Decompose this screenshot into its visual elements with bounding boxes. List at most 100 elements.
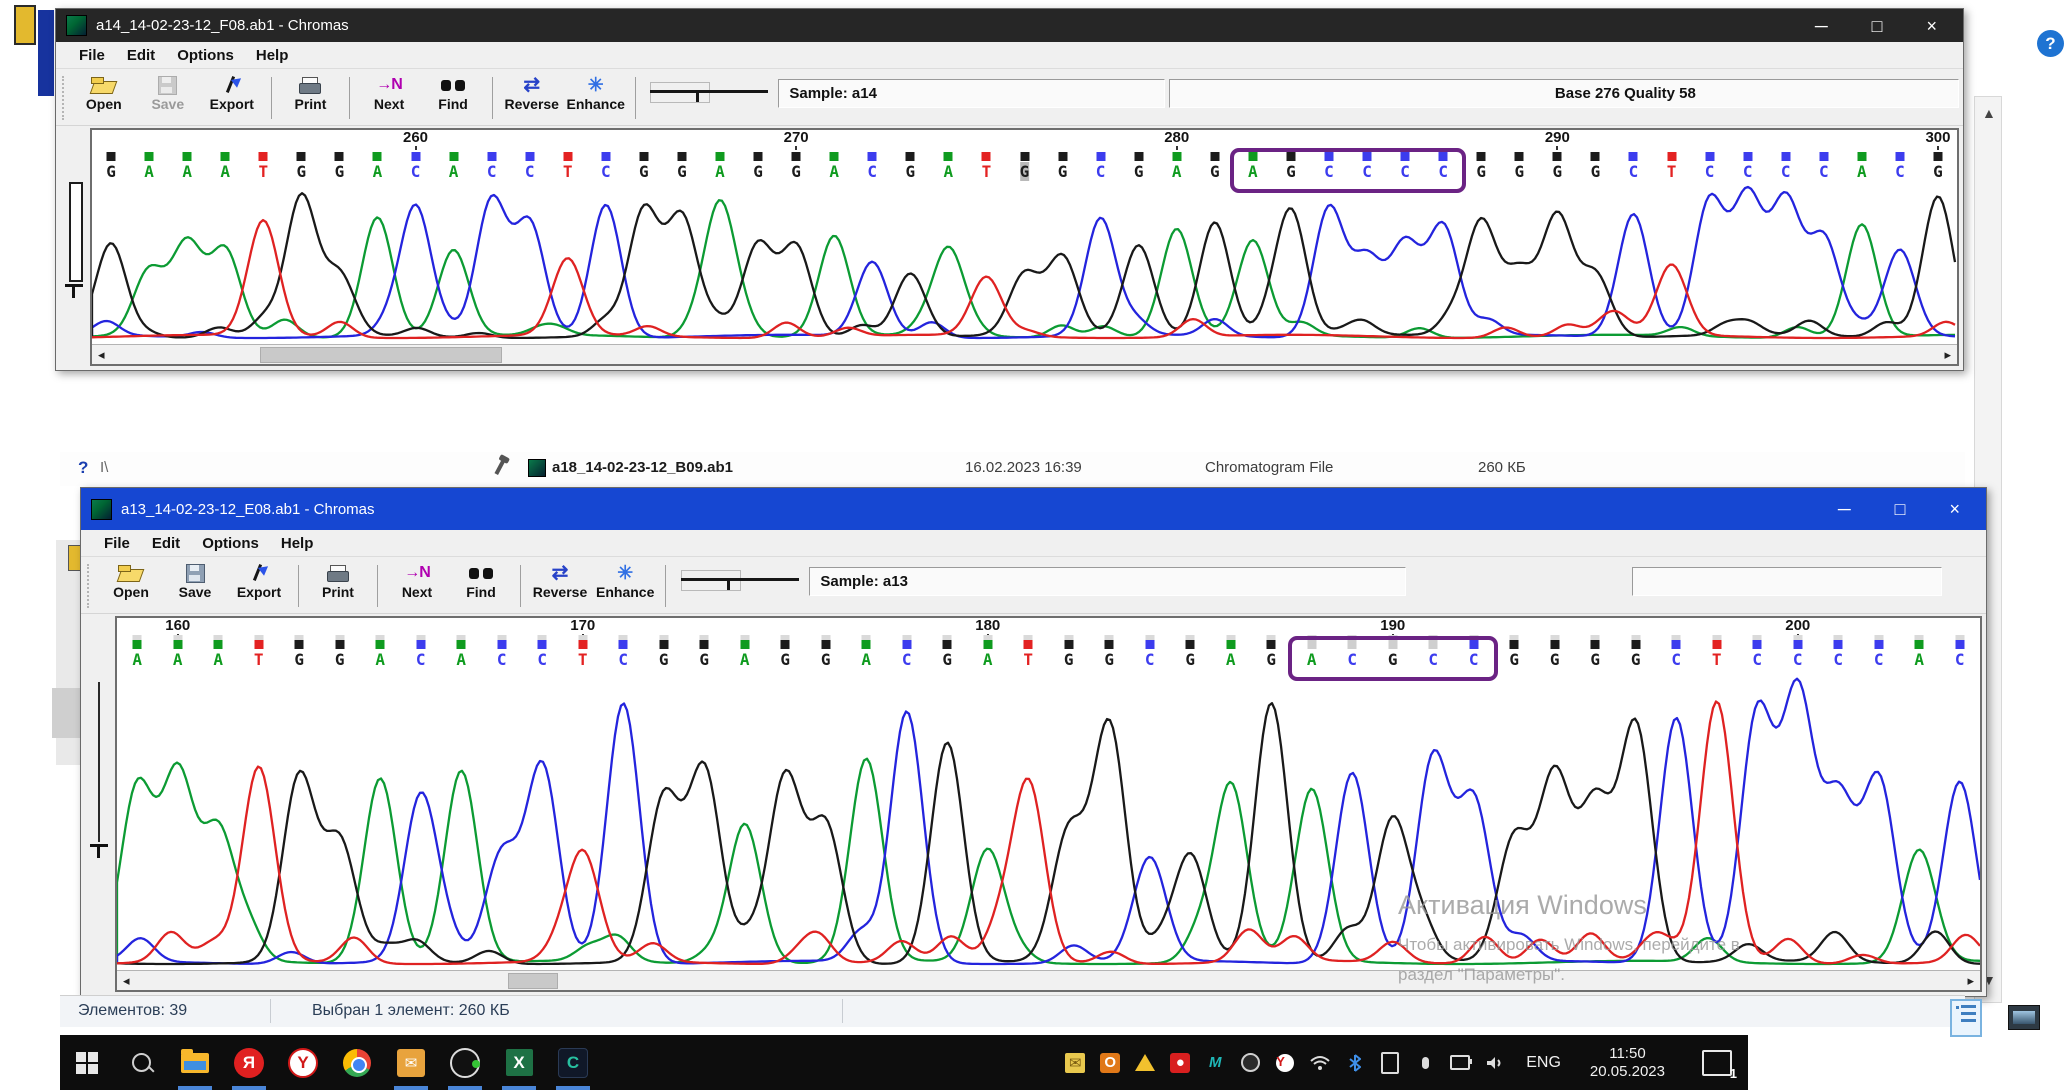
next-button[interactable]: →NNext	[385, 560, 449, 612]
taskbar-skype-button[interactable]	[438, 1035, 492, 1090]
file-name[interactable]: a18_14-02-23-12_B09.ab1	[552, 459, 733, 476]
enhance-button[interactable]: ✳Enhance	[592, 560, 658, 612]
menu-options[interactable]: Options	[166, 47, 245, 64]
base-call[interactable]: G	[1020, 162, 1030, 181]
device-icon[interactable]	[1380, 1053, 1400, 1073]
scroll-right-icon[interactable]: ▸	[1944, 347, 1951, 363]
base-call[interactable]: G	[1553, 162, 1563, 181]
base-call[interactable]: C	[1096, 162, 1106, 181]
taskbar-chromas-button[interactable]: C	[546, 1035, 600, 1090]
menu-file[interactable]: File	[93, 535, 141, 552]
base-call[interactable]: C	[1629, 162, 1639, 181]
base-call[interactable]: G	[1134, 162, 1144, 181]
base-call[interactable]: C	[411, 162, 421, 181]
base-call[interactable]: A	[173, 650, 183, 669]
tray-red-app-icon[interactable]: ●	[1170, 1053, 1190, 1073]
base-call[interactable]: G	[1631, 650, 1641, 669]
base-call[interactable]: G	[335, 650, 345, 669]
base-call[interactable]: T	[254, 650, 264, 669]
taskbar-excel-button[interactable]: X	[492, 1035, 546, 1090]
base-call[interactable]: G	[1550, 650, 1560, 669]
base-call[interactable]: A	[132, 650, 142, 669]
y-scale-slider[interactable]	[83, 616, 115, 992]
wifi-icon[interactable]	[1310, 1053, 1330, 1073]
tray-m-app-icon[interactable]: M	[1205, 1053, 1225, 1073]
menu-edit[interactable]: Edit	[116, 47, 166, 64]
base-call[interactable]: T	[1023, 650, 1033, 669]
base-call[interactable]: A	[182, 162, 192, 181]
base-call[interactable]: C	[1781, 162, 1791, 181]
base-call[interactable]: C	[601, 162, 611, 181]
close-button[interactable]: ×	[1926, 17, 1937, 35]
zoom-slider[interactable]	[681, 568, 799, 592]
base-call[interactable]: G	[780, 650, 790, 669]
base-call[interactable]: C	[416, 650, 426, 669]
taskbar-outlook-button[interactable]: ✉	[384, 1035, 438, 1090]
next-button[interactable]: →NNext	[357, 72, 421, 124]
base-call[interactable]: A	[829, 162, 839, 181]
base-call[interactable]: G	[905, 162, 915, 181]
base-call[interactable]: G	[297, 162, 307, 181]
base-call[interactable]: G	[1590, 650, 1600, 669]
base-call[interactable]: C	[537, 650, 547, 669]
base-call[interactable]: C	[1955, 650, 1965, 669]
chromatogram-panel[interactable]: 160170180190200AAATGGACACCTCGGAGGACGATGG…	[115, 616, 1982, 992]
scrollbar-thumb[interactable]	[508, 973, 558, 989]
taskbar-explorer-button[interactable]	[168, 1035, 222, 1090]
base-call[interactable]: T	[1712, 650, 1722, 669]
scrollbar-thumb[interactable]	[260, 347, 502, 363]
base-call[interactable]: G	[1514, 162, 1524, 181]
base-call[interactable]: A	[220, 162, 230, 181]
base-call[interactable]: A	[983, 650, 993, 669]
base-call[interactable]: T	[1667, 162, 1677, 181]
export-button[interactable]: Export	[200, 72, 264, 124]
volume-icon[interactable]	[1485, 1053, 1505, 1073]
base-call[interactable]: G	[1509, 650, 1519, 669]
open-button[interactable]: Open	[72, 72, 136, 124]
base-call[interactable]: C	[1819, 162, 1829, 181]
base-call[interactable]: C	[487, 162, 497, 181]
base-call[interactable]: A	[944, 162, 954, 181]
base-call[interactable]: C	[1874, 650, 1884, 669]
base-call[interactable]: A	[1914, 650, 1924, 669]
base-call[interactable]: C	[867, 162, 877, 181]
minimize-button[interactable]: ─	[1838, 500, 1851, 518]
save-button[interactable]: Save	[163, 560, 227, 612]
title-bar[interactable]: a14_14-02-23-12_F08.ab1 - Chromas ─ □ ×	[56, 9, 1963, 42]
base-call[interactable]: G	[294, 650, 304, 669]
battery-icon[interactable]	[1450, 1053, 1470, 1073]
base-call[interactable]: A	[1857, 162, 1867, 181]
taskbar-yandex-browser-button[interactable]: Y	[276, 1035, 330, 1090]
base-call[interactable]: C	[525, 162, 535, 181]
base-call[interactable]: T	[563, 162, 573, 181]
base-call[interactable]: C	[1793, 650, 1803, 669]
maximize-button[interactable]: □	[1872, 17, 1883, 35]
menu-options[interactable]: Options	[191, 535, 270, 552]
base-call[interactable]: G	[659, 650, 669, 669]
tray-sphere-icon[interactable]	[1240, 1053, 1260, 1073]
base-call[interactable]: G	[1185, 650, 1195, 669]
base-call[interactable]: C	[497, 650, 507, 669]
base-call[interactable]: A	[715, 162, 725, 181]
base-call[interactable]: G	[1104, 650, 1114, 669]
base-call[interactable]: A	[373, 162, 383, 181]
base-call[interactable]: C	[1895, 162, 1905, 181]
microphone-icon[interactable]	[1415, 1053, 1435, 1073]
reverse-button[interactable]: ⇄Reverse	[500, 72, 564, 124]
base-call[interactable]: G	[791, 162, 801, 181]
y-scale-slider[interactable]	[58, 128, 90, 366]
taskbar-yandex-button[interactable]: Я	[222, 1035, 276, 1090]
base-call[interactable]: A	[213, 650, 223, 669]
save-button[interactable]: Save	[136, 72, 200, 124]
menu-help[interactable]: Help	[270, 535, 325, 552]
thumbnail-view-icon[interactable]	[2008, 1005, 2040, 1030]
base-call[interactable]: G	[677, 162, 687, 181]
export-button[interactable]: Export	[227, 560, 291, 612]
maximize-button[interactable]: □	[1895, 500, 1906, 518]
base-call[interactable]: A	[456, 650, 466, 669]
start-button[interactable]	[60, 1035, 114, 1090]
scroll-up-icon[interactable]: ▲	[1982, 105, 1996, 121]
base-call[interactable]: T	[578, 650, 588, 669]
print-button[interactable]: Print	[306, 560, 370, 612]
taskbar-search-button[interactable]	[114, 1035, 168, 1090]
